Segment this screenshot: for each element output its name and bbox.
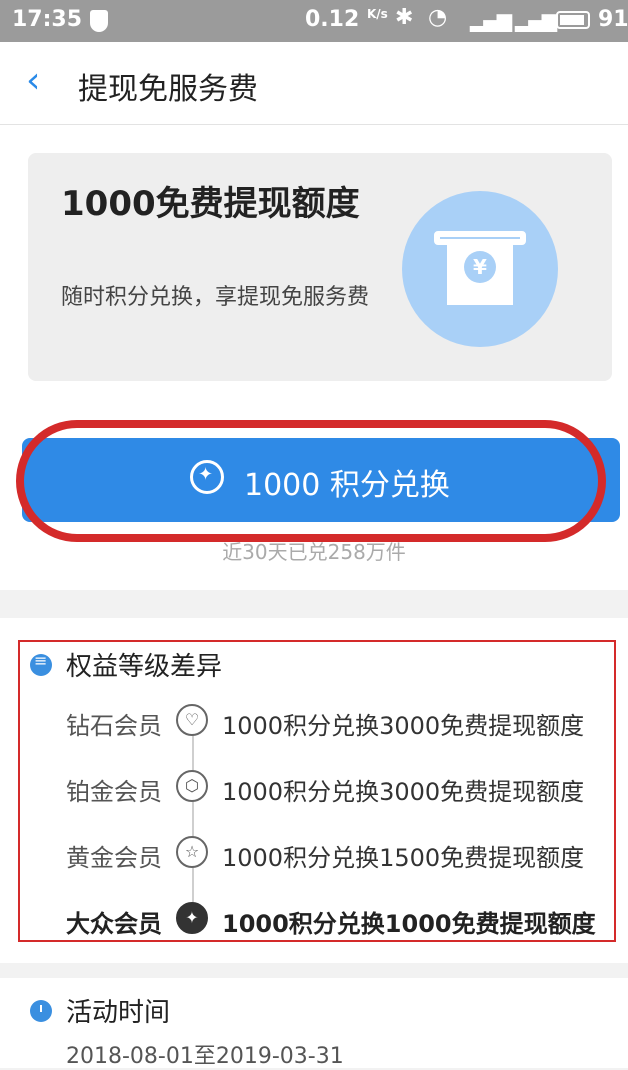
tier-description: 1000积分兑换3000免费提现额度 <box>222 778 585 806</box>
network-speed: 0.12 K/s <box>305 7 388 32</box>
activity-time-title: 活动时间 <box>66 998 171 1028</box>
hero-section: 1000免费提现额度 随时积分兑换，享提现免服务费 ¥ <box>0 125 628 410</box>
battery-level: 91 <box>598 7 628 32</box>
activity-time-range: 2018-08-01至2019-03-31 <box>66 1044 344 1069</box>
atm-withdraw-icon: ¥ <box>402 191 558 347</box>
tier-section-title: 权益等级差异 <box>66 652 223 682</box>
diamond-star-icon <box>190 460 224 494</box>
nav-bar: ‹ 提现免服务费 <box>0 42 628 125</box>
star-badge-icon: ☆ <box>176 836 208 868</box>
sales-note: 近30天已兑258万件 <box>222 540 406 564</box>
network-speed-unit: K/s <box>366 7 388 21</box>
status-time: 17:35 <box>12 7 83 32</box>
clock-icon <box>30 1000 52 1022</box>
hexagon-badge-icon: ⬡ <box>176 770 208 802</box>
tier-name: 铂金会员 <box>66 778 162 806</box>
tier-row-gold: 黄金会员 ☆ 1000积分兑换1500免费提现额度 <box>0 834 628 874</box>
tier-name: 钻石会员 <box>66 712 162 740</box>
status-bar: 17:35 0.12 K/s ✱ ◔ ▂▄▆ ▂▄▆ 91 <box>0 0 628 42</box>
tier-description: 1000积分兑换1500免费提现额度 <box>222 844 585 872</box>
hero-title: 1000免费提现额度 <box>61 184 360 224</box>
signal-icon: ▂▄▆ <box>515 8 557 32</box>
page-title: 提现免服务费 <box>78 72 258 107</box>
tier-timeline <box>192 718 194 918</box>
signal-icon: ▂▄▆ <box>470 8 512 32</box>
exchange-button-label: 1000 积分兑换 <box>244 468 450 503</box>
chevron-left-icon[interactable]: ‹ <box>26 60 40 101</box>
activity-time-section: 活动时间 2018-08-01至2019-03-31 <box>0 978 628 1069</box>
list-icon <box>30 651 52 676</box>
tier-description: 1000积分兑换3000免费提现额度 <box>222 712 585 740</box>
bluetooth-icon: ✱ <box>395 5 414 30</box>
tier-row-platinum: 铂金会员 ⬡ 1000积分兑换3000免费提现额度 <box>0 768 628 808</box>
hero-card: 1000免费提现额度 随时积分兑换，享提现免服务费 ¥ <box>28 153 612 381</box>
exchange-section: 1000 积分兑换 近30天已兑258万件 <box>0 410 628 590</box>
heart-badge-icon: ♡ <box>176 704 208 736</box>
diamond-star-badge-icon: ✦ <box>176 902 208 934</box>
network-speed-value: 0.12 <box>305 7 360 32</box>
yen-icon: ¥ <box>464 251 496 283</box>
exchange-points-button[interactable]: 1000 积分兑换 <box>22 438 620 522</box>
tier-row-diamond: 钻石会员 ♡ 1000积分兑换3000免费提现额度 <box>0 702 628 742</box>
hero-subtitle: 随时积分兑换，享提现免服务费 <box>61 285 370 310</box>
wifi-icon: ◔ <box>428 5 448 30</box>
tier-name: 大众会员 <box>66 910 162 938</box>
tier-row-basic: 大众会员 ✦ 1000积分兑换1000免费提现额度 <box>0 900 628 940</box>
tier-name: 黄金会员 <box>66 844 162 872</box>
battery-icon <box>556 11 590 29</box>
tier-section: 权益等级差异 钻石会员 ♡ 1000积分兑换3000免费提现额度 铂金会员 ⬡ … <box>0 618 628 963</box>
tier-description: 1000积分兑换1000免费提现额度 <box>222 910 596 938</box>
shield-icon <box>90 10 108 32</box>
